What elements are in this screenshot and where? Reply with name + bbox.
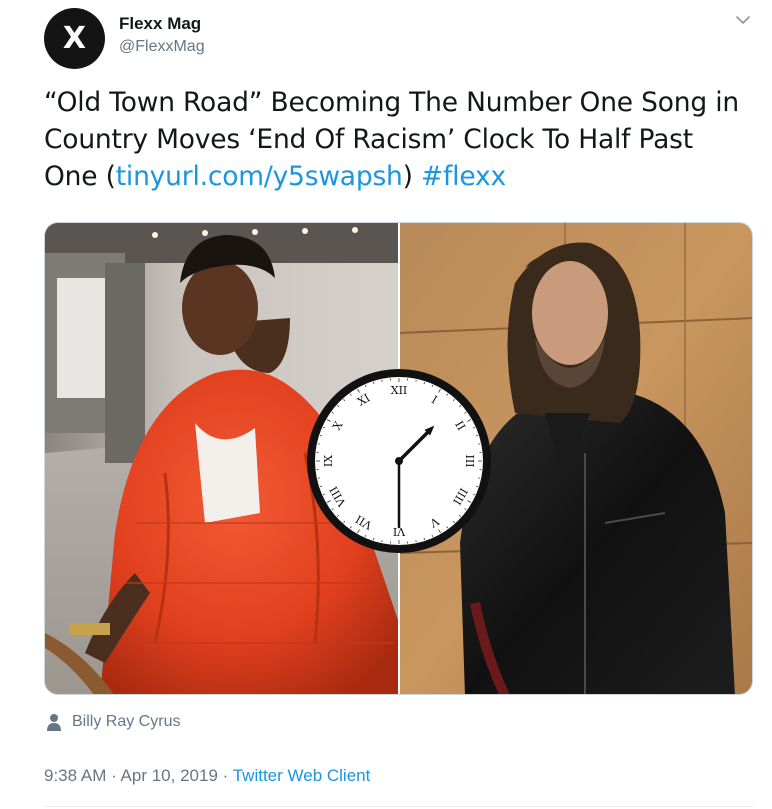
meta-separator: · [106, 766, 121, 785]
person-icon [47, 714, 61, 731]
tweet-text-after-link: ) [402, 161, 422, 192]
clock-numeral-XII: XII [391, 384, 408, 397]
author-handle[interactable]: @FlexxMag [119, 38, 205, 56]
chevron-down-icon[interactable] [735, 14, 751, 26]
tweet-date[interactable]: Apr 10, 2019 [121, 766, 218, 785]
clock-face: XIIIIIIIIIIIIVVIVIIVIIIIXXXI [307, 369, 491, 553]
photo-collage: XIIIIIIIIIIIIVVIVIIVIIIIXXXI [45, 223, 752, 694]
tweet-link[interactable]: tinyurl.com/y5swapsh [116, 161, 403, 192]
tagged-user-name: Billy Ray Cyrus [72, 713, 181, 730]
tweet-text: “Old Town Road” Becoming The Number One … [44, 84, 754, 195]
tweet: X Flexx Mag @FlexxMag “Old Town Road” Be… [0, 0, 772, 809]
tweet-client[interactable]: Twitter Web Client [233, 766, 371, 785]
tweet-hashtag[interactable]: #flexx [421, 161, 506, 192]
tweet-time[interactable]: 9:38 AM [44, 766, 106, 785]
tweet-image[interactable]: XII I II III IIII V VI VII VIII IX X XI [44, 222, 753, 695]
clock-numeral-III: III [463, 454, 476, 467]
divider [44, 806, 753, 807]
clock-numeral-IX: IX [322, 455, 335, 467]
clock-center [395, 457, 403, 465]
avatar[interactable]: X [44, 8, 105, 69]
tagged-user[interactable]: Billy Ray Cyrus [47, 711, 180, 733]
avatar-letter: X [62, 20, 87, 56]
author-name[interactable]: Flexx Mag [119, 14, 201, 34]
tweet-meta: 9:38 AM · Apr 10, 2019 · Twitter Web Cli… [44, 766, 370, 786]
meta-separator-2: · [217, 766, 233, 785]
